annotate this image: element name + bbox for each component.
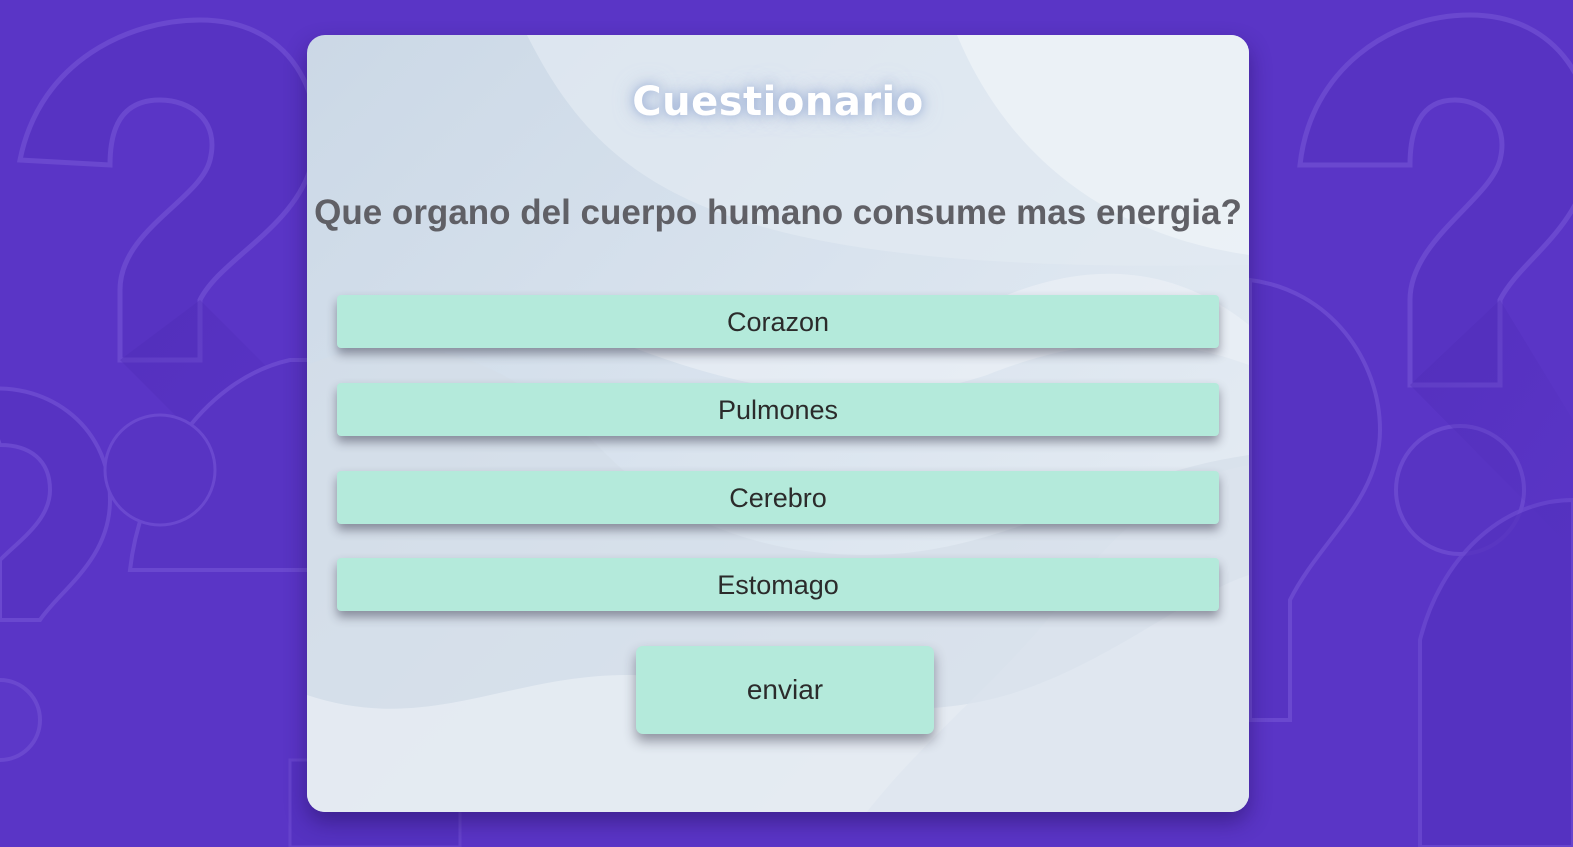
page-title: Cuestionario — [632, 79, 924, 125]
answer-option-estomago[interactable]: Estomago — [337, 558, 1219, 611]
quiz-card: Cuestionario Que organo del cuerpo human… — [307, 35, 1249, 812]
answer-option-cerebro[interactable]: Cerebro — [337, 471, 1219, 524]
answer-option-corazon[interactable]: Corazon — [337, 295, 1219, 348]
answer-option-pulmones[interactable]: Pulmones — [337, 383, 1219, 436]
question-text: Que organo del cuerpo humano consume mas… — [314, 193, 1242, 232]
submit-button[interactable]: enviar — [636, 646, 934, 734]
